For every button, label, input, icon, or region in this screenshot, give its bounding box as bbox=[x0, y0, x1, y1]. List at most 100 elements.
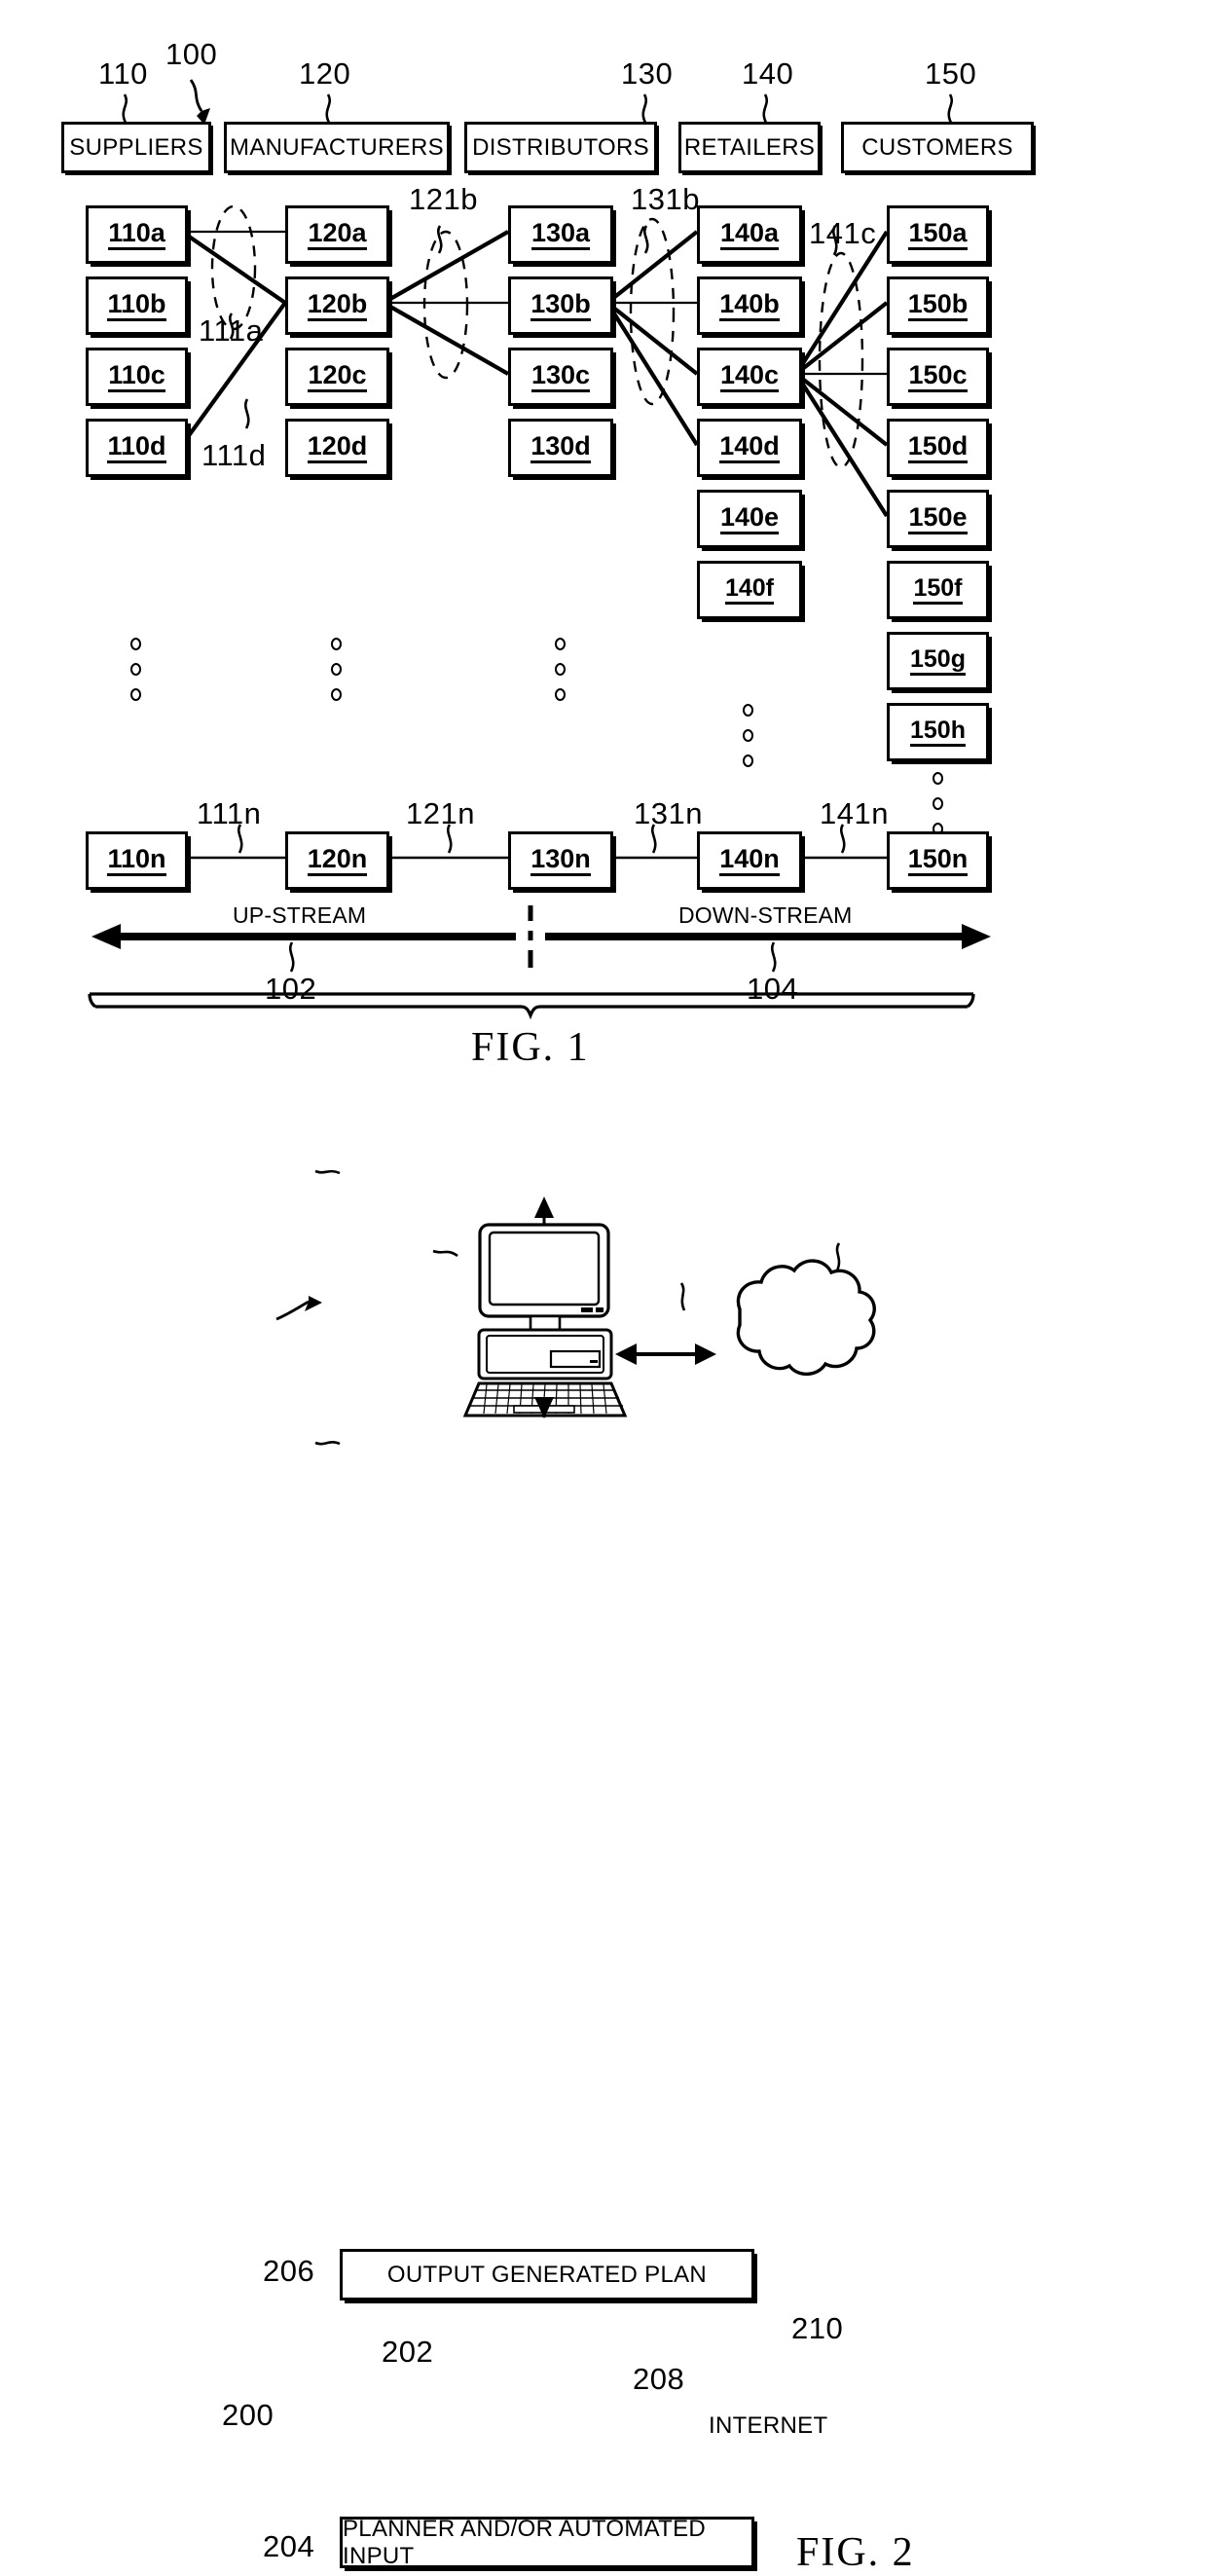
figure-2: 206 OUTPUT GENERATED PLAN 202 208 210 20… bbox=[0, 1100, 1207, 2575]
node-label: 150c bbox=[908, 361, 968, 393]
node-label: 150d bbox=[907, 432, 969, 464]
node-110b[interactable]: 110b bbox=[86, 276, 188, 335]
internet-label: INTERNET bbox=[709, 2412, 828, 2439]
node-130b[interactable]: 130b bbox=[508, 276, 613, 335]
node-150d[interactable]: 150d bbox=[887, 419, 989, 477]
ref-208: 208 bbox=[633, 2362, 685, 2396]
ref-100: 100 bbox=[165, 37, 218, 71]
node-label: 110c bbox=[108, 361, 165, 393]
ellipsis-customers bbox=[933, 772, 943, 835]
ref-141c: 141c bbox=[809, 216, 877, 250]
node-label: 140e bbox=[719, 503, 780, 535]
ref-210: 210 bbox=[791, 2311, 844, 2345]
node-130n[interactable]: 130n bbox=[508, 831, 613, 890]
node-label: 140a bbox=[719, 219, 780, 251]
node-140n[interactable]: 140n bbox=[697, 831, 802, 890]
ref-140: 140 bbox=[742, 56, 794, 91]
ref-206: 206 bbox=[263, 2254, 315, 2288]
node-label: 150h bbox=[910, 718, 966, 748]
ref-204: 204 bbox=[263, 2529, 315, 2563]
category-label: MANUFACTURERS bbox=[230, 133, 444, 161]
node-150e[interactable]: 150e bbox=[887, 490, 989, 548]
node-label: 140c bbox=[719, 361, 780, 393]
upstream-label: UP-STREAM bbox=[233, 902, 367, 928]
node-120b[interactable]: 120b bbox=[285, 276, 389, 335]
node-120d[interactable]: 120d bbox=[285, 419, 389, 477]
planner-input-box[interactable]: PLANNER AND/OR AUTOMATED INPUT bbox=[340, 2515, 754, 2569]
node-150n[interactable]: 150n bbox=[887, 831, 989, 890]
ref-120: 120 bbox=[299, 56, 351, 91]
node-140b[interactable]: 140b bbox=[697, 276, 802, 335]
node-130a[interactable]: 130a bbox=[508, 205, 613, 264]
node-label: 110b bbox=[107, 290, 166, 322]
node-130c[interactable]: 130c bbox=[508, 348, 613, 406]
node-label: 120d bbox=[307, 432, 368, 464]
node-label: 110n bbox=[107, 845, 166, 877]
node-110a[interactable]: 110a bbox=[86, 205, 188, 264]
node-140f[interactable]: 140f bbox=[697, 561, 802, 619]
ellipsis-dot bbox=[933, 797, 943, 810]
node-120c[interactable]: 120c bbox=[285, 348, 389, 406]
node-label: 150n bbox=[907, 845, 969, 877]
node-150b[interactable]: 150b bbox=[887, 276, 989, 335]
ref-131n: 131n bbox=[634, 796, 703, 830]
ref-131b: 131b bbox=[631, 182, 700, 216]
ellipsis-suppliers bbox=[130, 638, 141, 701]
ref-121n: 121n bbox=[406, 796, 475, 830]
ellipsis-dot bbox=[130, 688, 141, 701]
ref-111n: 111n bbox=[197, 796, 262, 830]
node-140d[interactable]: 140d bbox=[697, 419, 802, 477]
ellipsis-dot bbox=[130, 663, 141, 676]
ref-200: 200 bbox=[222, 2398, 274, 2432]
node-label: 120c bbox=[308, 361, 367, 393]
node-120a[interactable]: 120a bbox=[285, 205, 389, 264]
ref-111a: 111a bbox=[199, 313, 264, 348]
ellipsis-retailers bbox=[743, 704, 753, 767]
category-box-customers: CUSTOMERS bbox=[841, 122, 1034, 173]
ellipsis-dot bbox=[933, 772, 943, 785]
ref-202: 202 bbox=[382, 2335, 434, 2369]
node-120n[interactable]: 120n bbox=[285, 831, 389, 890]
node-label: 110d bbox=[107, 432, 166, 464]
ellipsis-dot bbox=[331, 688, 342, 701]
category-box-distributors: DISTRIBUTORS bbox=[464, 122, 657, 173]
node-label: 130n bbox=[530, 845, 591, 877]
category-box-manufacturers: MANUFACTURERS bbox=[224, 122, 450, 173]
node-110d[interactable]: 110d bbox=[86, 419, 188, 477]
ellipsis-dot bbox=[743, 754, 753, 767]
node-130d[interactable]: 130d bbox=[508, 419, 613, 477]
node-150g[interactable]: 150g bbox=[887, 632, 989, 690]
output-generated-plan-box[interactable]: OUTPUT GENERATED PLAN bbox=[340, 2249, 754, 2300]
node-140a[interactable]: 140a bbox=[697, 205, 802, 264]
node-label: 150g bbox=[910, 646, 966, 677]
figure-1: 110 100 120 130 140 150 SUPPLIERS MANUFA… bbox=[0, 0, 1207, 1081]
ellipsis-dot bbox=[130, 638, 141, 650]
ellipsis-manufacturers bbox=[331, 638, 342, 701]
category-box-retailers: RETAILERS bbox=[678, 122, 821, 173]
node-label: 140d bbox=[719, 432, 780, 464]
node-label: 150a bbox=[908, 219, 968, 251]
ellipsis-dot bbox=[331, 663, 342, 676]
node-110n[interactable]: 110n bbox=[86, 831, 188, 890]
node-label: 140b bbox=[719, 290, 780, 322]
node-110c[interactable]: 110c bbox=[86, 348, 188, 406]
node-label: 130c bbox=[530, 361, 591, 393]
ref-102: 102 bbox=[265, 972, 317, 1006]
node-140c[interactable]: 140c bbox=[697, 348, 802, 406]
node-150c[interactable]: 150c bbox=[887, 348, 989, 406]
node-140e[interactable]: 140e bbox=[697, 490, 802, 548]
ellipsis-dot bbox=[555, 663, 566, 676]
node-label: 150e bbox=[908, 503, 968, 535]
node-150h[interactable]: 150h bbox=[887, 703, 989, 761]
ref-111d: 111d bbox=[201, 438, 267, 472]
ellipsis-dot bbox=[743, 729, 753, 742]
node-label: 120a bbox=[308, 219, 367, 251]
figure-2-caption: FIG. 2 bbox=[796, 2530, 915, 2575]
category-label: CUSTOMERS bbox=[861, 133, 1013, 161]
ellipsis-dot bbox=[331, 638, 342, 650]
input-box-label: PLANNER AND/OR AUTOMATED INPUT bbox=[343, 2515, 707, 2569]
category-label: SUPPLIERS bbox=[69, 133, 203, 161]
node-150f[interactable]: 150f bbox=[887, 561, 989, 619]
node-label: 150b bbox=[907, 290, 969, 322]
node-150a[interactable]: 150a bbox=[887, 205, 989, 264]
